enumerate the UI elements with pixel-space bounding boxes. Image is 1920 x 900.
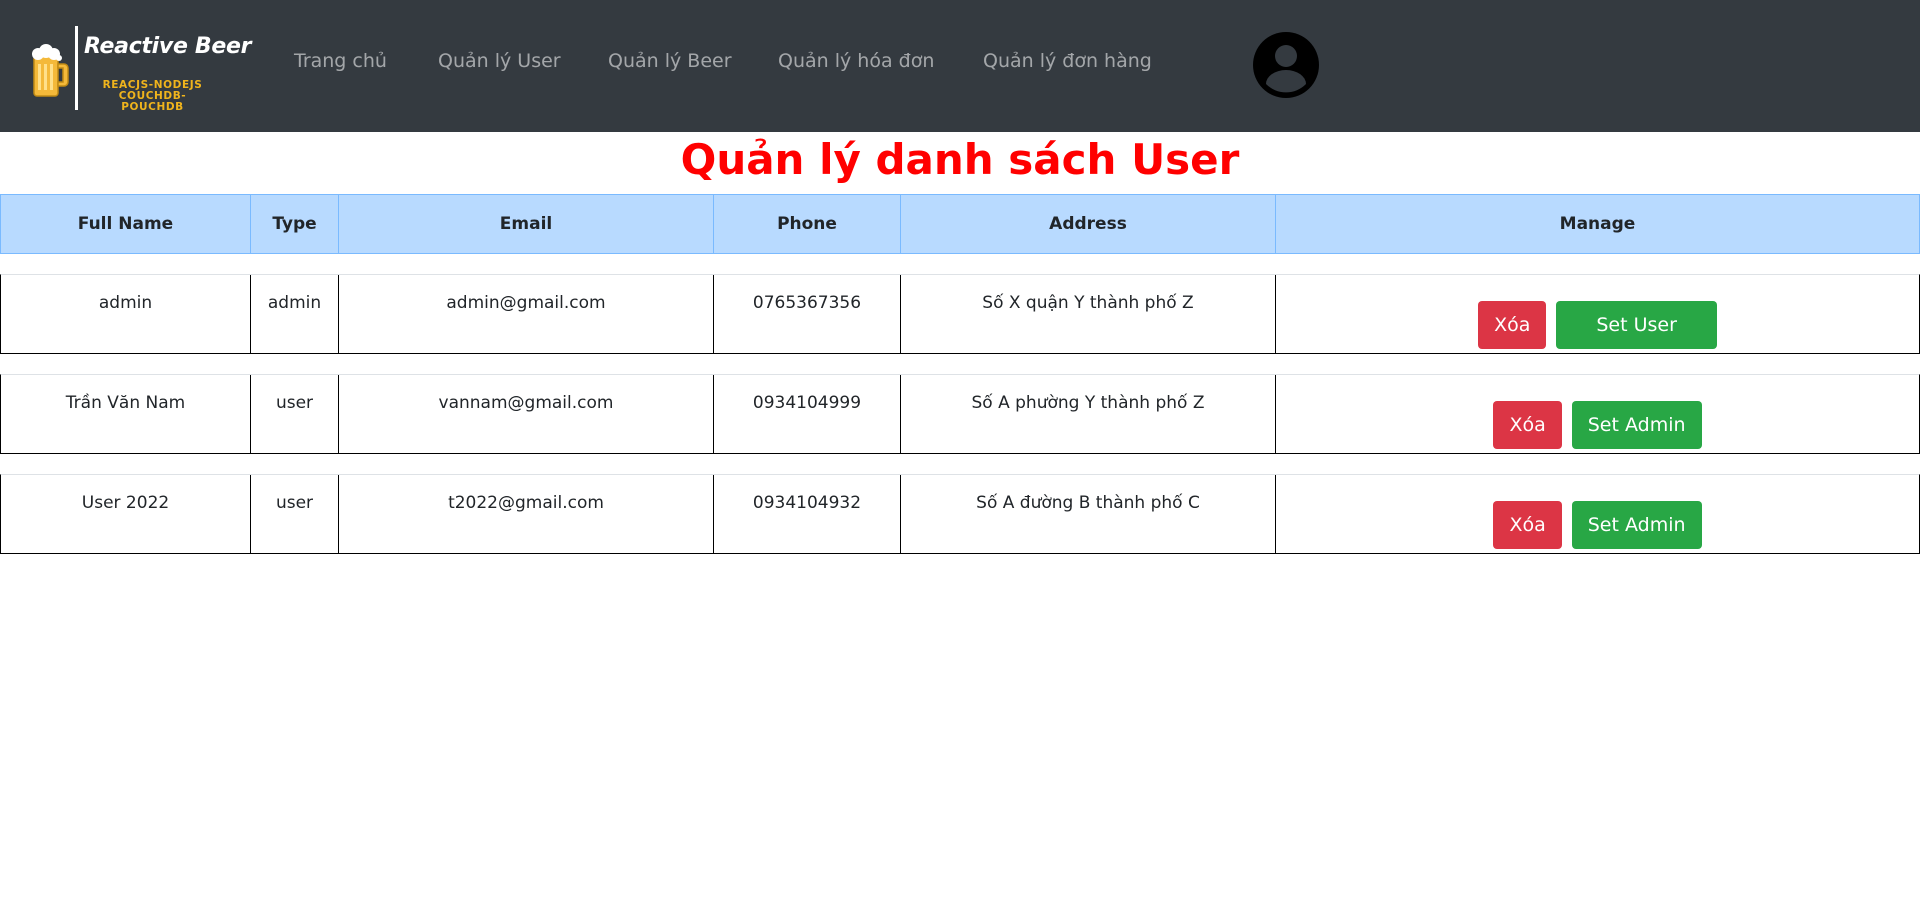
cell-type: admin xyxy=(251,275,339,353)
column-header-type: Type xyxy=(251,195,339,253)
nav-link-users[interactable]: Quản lý User xyxy=(438,50,561,72)
column-header-email: Email xyxy=(339,195,714,253)
brand-logo[interactable]: Reactive Beer REACJS-NODEJS COUCHDB-POUC… xyxy=(30,26,252,113)
column-header-full-name: Full Name xyxy=(1,195,251,253)
cell-type: user xyxy=(251,375,339,453)
cell-email: vannam@gmail.com xyxy=(339,375,714,453)
brand-title: Reactive Beer xyxy=(84,34,252,59)
table-row: Trần Văn Nam user vannam@gmail.com 09341… xyxy=(0,374,1920,454)
user-avatar-icon[interactable] xyxy=(1253,32,1319,98)
delete-button[interactable]: Xóa xyxy=(1493,401,1562,449)
table-row: admin admin admin@gmail.com 0765367356 S… xyxy=(0,274,1920,354)
brand-divider xyxy=(75,26,78,110)
cell-full-name: User 2022 xyxy=(1,475,251,553)
cell-phone: 0934104999 xyxy=(714,375,901,453)
set-user-button[interactable]: Set User xyxy=(1556,301,1717,349)
nav-link-home[interactable]: Trang chủ xyxy=(294,50,387,72)
cell-email: admin@gmail.com xyxy=(339,275,714,353)
column-header-phone: Phone xyxy=(714,195,901,253)
brand-subtitle-line2: COUCHDB-POUCHDB xyxy=(118,90,187,113)
cell-address: Số A phường Y thành phố Z xyxy=(901,375,1276,453)
nav-link-orders[interactable]: Quản lý đơn hàng xyxy=(983,50,1152,72)
delete-button[interactable]: Xóa xyxy=(1493,501,1562,549)
top-navbar: Reactive Beer REACJS-NODEJS COUCHDB-POUC… xyxy=(0,0,1920,132)
brand-subtitle: REACJS-NODEJS COUCHDB-POUCHDB xyxy=(90,80,215,113)
set-admin-button[interactable]: Set Admin xyxy=(1571,401,1702,449)
cell-manage: Xóa Set User xyxy=(1276,275,1919,353)
nav-link-beer[interactable]: Quản lý Beer xyxy=(608,50,732,72)
cell-full-name: admin xyxy=(1,275,251,353)
cell-manage: Xóa Set Admin xyxy=(1276,375,1919,453)
delete-button[interactable]: Xóa xyxy=(1478,301,1547,349)
column-header-manage: Manage xyxy=(1559,214,1636,234)
cell-email: t2022@gmail.com xyxy=(339,475,714,553)
cell-phone: 0765367356 xyxy=(714,275,901,353)
table-row: User 2022 user t2022@gmail.com 093410493… xyxy=(0,474,1920,554)
set-admin-button[interactable]: Set Admin xyxy=(1571,501,1702,549)
cell-address: Số X quận Y thành phố Z xyxy=(901,275,1276,353)
nav-link-invoices[interactable]: Quản lý hóa đơn xyxy=(778,50,934,72)
cell-manage: Xóa Set Admin xyxy=(1276,475,1919,553)
column-header-address: Address xyxy=(901,195,1276,253)
cell-type: user xyxy=(251,475,339,553)
cell-address: Số A đường B thành phố C xyxy=(901,475,1276,553)
table-header: Full Name Type Email Phone Address Manag… xyxy=(0,194,1920,254)
page-title: Quản lý danh sách User xyxy=(680,135,1240,184)
beer-mug-icon xyxy=(32,44,69,97)
cell-full-name: Trần Văn Nam xyxy=(1,375,251,453)
cell-phone: 0934104932 xyxy=(714,475,901,553)
